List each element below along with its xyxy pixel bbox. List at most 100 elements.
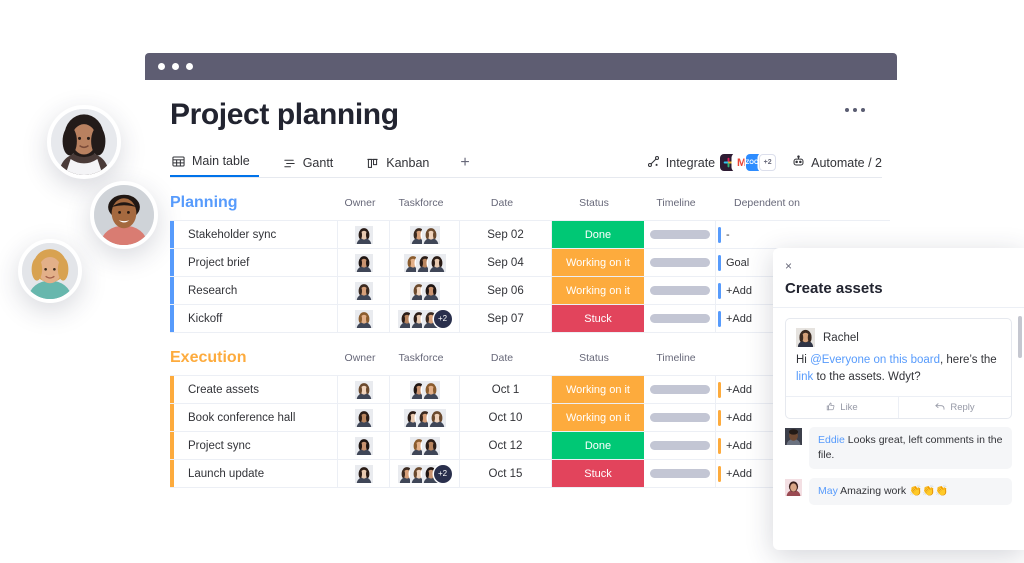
owner-avatar[interactable]	[354, 464, 373, 487]
update-actions: Like Reply	[786, 396, 1011, 418]
window-dot-maximize[interactable]	[186, 63, 193, 70]
status-badge[interactable]: Done	[552, 432, 644, 459]
status-badge[interactable]: Stuck	[552, 460, 644, 487]
cell-timeline[interactable]	[644, 277, 716, 304]
like-button[interactable]: Like	[786, 397, 898, 418]
dot	[861, 108, 865, 112]
taskforce-avatars[interactable]	[409, 225, 440, 248]
close-icon[interactable]: ×	[785, 260, 792, 272]
automate-button[interactable]: Automate / 2	[792, 154, 882, 171]
cell-date[interactable]: Oct 15	[460, 460, 552, 487]
status-badge[interactable]: Working on it	[552, 404, 644, 431]
cell-taskforce[interactable]: +2	[390, 460, 460, 487]
cell-owner[interactable]	[338, 249, 390, 276]
cell-timeline[interactable]	[644, 460, 716, 487]
cell-owner[interactable]	[338, 460, 390, 487]
status-badge[interactable]: Working on it	[552, 277, 644, 304]
cell-taskforce[interactable]	[390, 221, 460, 248]
reply-author[interactable]: May	[818, 485, 838, 497]
cell-timeline[interactable]	[644, 305, 716, 332]
cell-taskforce[interactable]	[390, 376, 460, 403]
cell-owner[interactable]	[338, 221, 390, 248]
cell-date[interactable]: Oct 10	[460, 404, 552, 431]
tab-main-table[interactable]: Main table	[170, 154, 259, 177]
cell-owner[interactable]	[338, 432, 390, 459]
column-header-date: Date	[490, 197, 514, 209]
owner-avatar[interactable]	[354, 408, 373, 431]
cell-item-name[interactable]: Kickoff	[174, 305, 338, 332]
integration-badges[interactable]: M ZOOM +2	[720, 154, 777, 171]
window-dot-minimize[interactable]	[172, 63, 179, 70]
cell-date[interactable]: Sep 06	[460, 277, 552, 304]
cell-timeline[interactable]	[644, 221, 716, 248]
owner-avatar[interactable]	[354, 309, 373, 332]
group-title[interactable]: Execution	[170, 349, 334, 367]
cell-date[interactable]: Oct 12	[460, 432, 552, 459]
cell-date[interactable]: Sep 04	[460, 249, 552, 276]
status-badge[interactable]: Stuck	[552, 305, 644, 332]
tab-kanban[interactable]: Kanban	[364, 156, 438, 177]
asset-link[interactable]: link	[796, 371, 813, 383]
mention-link[interactable]: @Everyone on this board	[810, 354, 940, 366]
cell-timeline[interactable]	[644, 404, 716, 431]
taskforce-avatars[interactable]	[403, 253, 446, 276]
popup-scrollbar[interactable]	[1018, 316, 1022, 358]
cell-timeline[interactable]	[644, 376, 716, 403]
cell-taskforce[interactable]	[390, 277, 460, 304]
update-author-row: Rachel	[786, 319, 1011, 354]
tab-gantt[interactable]: Gantt	[281, 156, 343, 177]
owner-avatar[interactable]	[354, 436, 373, 459]
taskforce-avatars[interactable]	[403, 408, 446, 431]
taskforce-avatars[interactable]: +2	[397, 309, 452, 332]
dependency-indicator	[718, 409, 721, 426]
cell-item-name[interactable]: Project brief	[174, 249, 338, 276]
add-view-button[interactable]: +	[460, 155, 469, 177]
cell-item-name[interactable]: Launch update	[174, 460, 338, 487]
cell-item-name[interactable]: Create assets	[174, 376, 338, 403]
taskforce-avatars[interactable]: +2	[397, 464, 452, 487]
reply-author[interactable]: Eddie	[818, 434, 845, 446]
cell-item-name[interactable]: Stakeholder sync	[174, 221, 338, 248]
cell-item-name[interactable]: Research	[174, 277, 338, 304]
cell-owner[interactable]	[338, 305, 390, 332]
cell-item-name[interactable]: Book conference hall	[174, 404, 338, 431]
app-root: Project planning Main table Gantt Kanban…	[0, 0, 1024, 563]
cell-taskforce[interactable]	[390, 404, 460, 431]
cell-date[interactable]: Sep 02	[460, 221, 552, 248]
column-header-status: Status	[579, 197, 609, 209]
cell-dependent-on[interactable]: -	[716, 221, 836, 248]
cell-date[interactable]: Sep 07	[460, 305, 552, 332]
cell-taskforce[interactable]	[390, 432, 460, 459]
cell-date[interactable]: Oct 1	[460, 376, 552, 403]
window-dot-close[interactable]	[158, 63, 165, 70]
dependent-value: +Add	[726, 411, 752, 424]
cell-owner[interactable]	[338, 404, 390, 431]
status-badge[interactable]: Working on it	[552, 376, 644, 403]
taskforce-avatars[interactable]	[409, 380, 440, 403]
column-header-taskforce: Taskforce	[398, 352, 444, 364]
cell-taskforce[interactable]: +2	[390, 305, 460, 332]
cell-taskforce[interactable]	[390, 249, 460, 276]
table-row[interactable]: Stakeholder sync Sep 02 Done -	[170, 221, 890, 249]
owner-avatar[interactable]	[354, 225, 373, 248]
status-badge[interactable]: Done	[552, 221, 644, 248]
owner-avatar[interactable]	[354, 253, 373, 276]
avatar	[421, 281, 440, 304]
avatar-face	[427, 253, 446, 276]
cell-item-name[interactable]: Project sync	[174, 432, 338, 459]
avatar	[785, 428, 802, 451]
taskforce-avatars[interactable]	[409, 436, 440, 459]
reply-button[interactable]: Reply	[898, 397, 1011, 418]
status-badge[interactable]: Working on it	[552, 249, 644, 276]
cell-owner[interactable]	[338, 277, 390, 304]
group-title[interactable]: Planning	[170, 194, 334, 212]
reply-item: May Amazing work 👏👏👏	[785, 478, 1012, 505]
owner-avatar[interactable]	[354, 380, 373, 403]
integrate-button[interactable]: Integrate M ZOOM +2	[647, 154, 777, 171]
cell-timeline[interactable]	[644, 249, 716, 276]
taskforce-avatars[interactable]	[409, 281, 440, 304]
owner-avatar[interactable]	[354, 281, 373, 304]
cell-owner[interactable]	[338, 376, 390, 403]
board-options-button[interactable]	[845, 108, 865, 112]
cell-timeline[interactable]	[644, 432, 716, 459]
